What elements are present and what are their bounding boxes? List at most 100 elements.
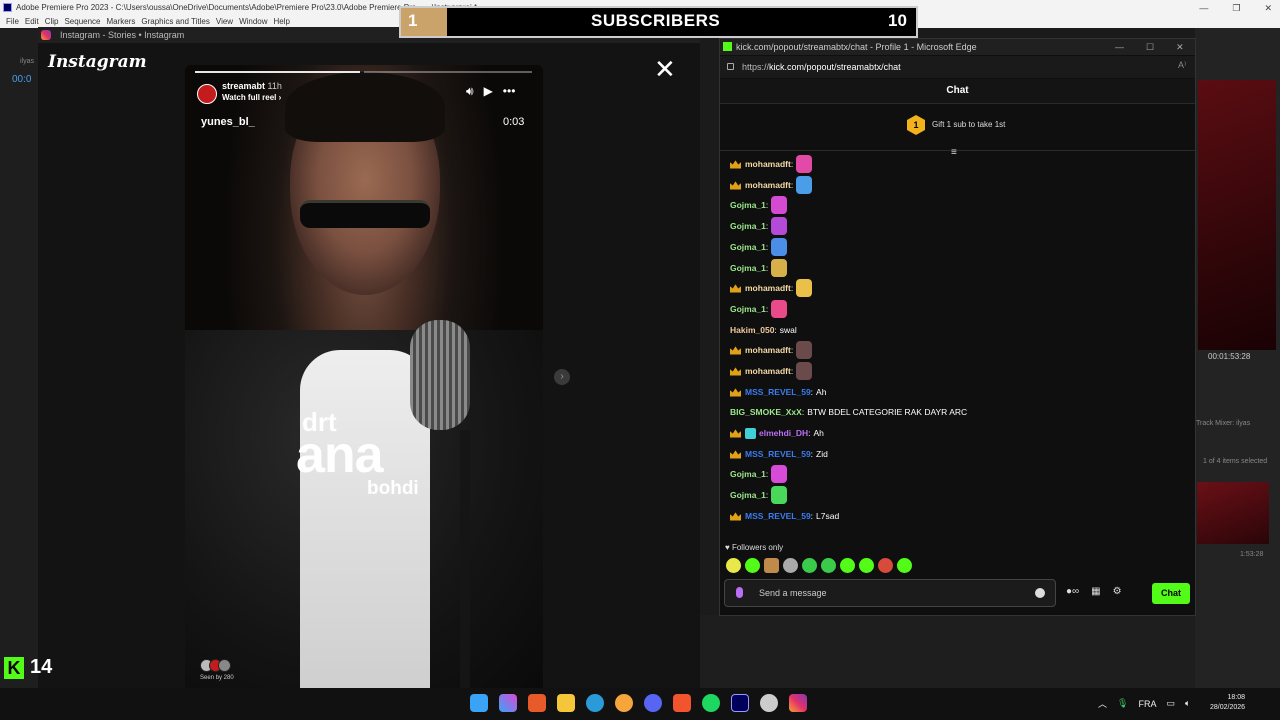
taskbar-clock[interactable]: 18:08 28/02/2026 <box>1210 693 1245 713</box>
close-story-button[interactable]: ✕ <box>654 56 676 82</box>
chat-emote-icon[interactable] <box>771 196 788 214</box>
chat-emote-icon[interactable] <box>771 259 788 277</box>
minimize-icon[interactable]: — <box>1199 0 1208 16</box>
menu-view[interactable]: View <box>216 17 233 26</box>
chat-emote-icon[interactable] <box>771 238 788 256</box>
chat-emote-icon[interactable] <box>771 465 788 483</box>
network-icon[interactable]: ▭ <box>1166 698 1175 709</box>
chat-username[interactable]: mohamadft <box>745 176 791 194</box>
file-explorer-icon[interactable] <box>557 694 575 712</box>
menu-clip[interactable]: Clip <box>45 17 59 26</box>
chat-username[interactable]: Gojma_1 <box>730 238 766 256</box>
discord-icon[interactable] <box>644 694 662 712</box>
seen-by-avatars[interactable] <box>200 659 231 673</box>
spotify-icon[interactable] <box>702 694 720 712</box>
volume-icon[interactable]: 🔊︎ <box>466 84 474 99</box>
track-mixer-tab[interactable]: Track Mixer: ilyas <box>1196 420 1250 427</box>
copilot-icon[interactable] <box>499 694 517 712</box>
gear-icon[interactable]: ⚙ <box>1113 586 1122 597</box>
chat-username[interactable]: MSS_REVEL_59 <box>745 507 811 525</box>
chat-username[interactable]: MSS_REVEL_59 <box>745 445 811 463</box>
infinity-icon[interactable]: ●∞ <box>1066 586 1079 597</box>
chat-username[interactable]: Gojma_1 <box>730 300 766 318</box>
menu-graphics[interactable]: Graphics and Titles <box>141 17 209 26</box>
emote-icon[interactable] <box>878 558 893 573</box>
app-icon[interactable] <box>760 694 778 712</box>
chat-separator: : <box>774 325 777 335</box>
chat-emote-icon[interactable] <box>771 300 788 318</box>
chat-emote-icon[interactable] <box>796 176 813 194</box>
volume-tray-icon[interactable]: 🔈︎ <box>1185 698 1190 709</box>
emote-icon[interactable] <box>745 558 760 573</box>
chat-username[interactable]: mohamadft <box>745 341 791 359</box>
chat-username[interactable]: Hakim_050 <box>730 321 774 339</box>
microphone-tray-icon[interactable]: 🎙︎ <box>1117 698 1128 709</box>
expand-leaderboard-icon[interactable]: ≡ <box>951 147 957 158</box>
gift-prompt[interactable]: Gift 1 sub to take 1st <box>932 120 1005 129</box>
brave-icon[interactable] <box>673 694 691 712</box>
emote-icon[interactable] <box>821 558 836 573</box>
close-icon[interactable]: ✕ <box>1264 0 1272 16</box>
chat-username[interactable]: Gojma_1 <box>730 217 766 235</box>
project-clip-thumbnail[interactable] <box>1197 482 1269 544</box>
chat-username[interactable]: mohamadft <box>745 155 791 173</box>
emote-icon[interactable] <box>764 558 779 573</box>
story-avatar[interactable] <box>197 84 217 104</box>
app-icon[interactable] <box>615 694 633 712</box>
emote-icon[interactable] <box>726 558 741 573</box>
edge-icon[interactable] <box>586 694 604 712</box>
microphone-icon[interactable] <box>736 587 743 598</box>
menu-edit[interactable]: Edit <box>25 17 39 26</box>
lock-icon[interactable] <box>727 63 734 70</box>
story-username[interactable]: streamabt <box>222 81 265 91</box>
chat-emote-icon[interactable] <box>796 155 813 173</box>
chat-username[interactable]: BIG_SMOKE_XxX <box>730 403 802 421</box>
instagram-icon[interactable] <box>789 694 807 712</box>
close-icon[interactable]: ✕ <box>1176 39 1184 55</box>
premiere-icon[interactable] <box>731 694 749 712</box>
emote-icon[interactable] <box>783 558 798 573</box>
emoji-picker-icon[interactable] <box>1035 588 1045 598</box>
watch-full-reel-link[interactable]: Watch full reel › <box>222 93 281 102</box>
menu-help[interactable]: Help <box>274 17 290 26</box>
chat-emote-icon[interactable] <box>796 362 813 380</box>
play-icon[interactable]: ▶ <box>484 84 493 99</box>
instagram-logo[interactable]: Instagram <box>48 52 147 72</box>
chat-message: Gojma_1: <box>730 465 788 483</box>
read-aloud-icon[interactable]: A⁾ <box>1178 60 1186 71</box>
menu-sequence[interactable]: Sequence <box>64 17 100 26</box>
chat-emote-icon[interactable] <box>796 279 813 297</box>
emote-icon[interactable] <box>802 558 817 573</box>
emote-icon[interactable] <box>840 558 855 573</box>
chat-emote-icon[interactable] <box>771 217 788 235</box>
menu-window[interactable]: Window <box>239 17 267 26</box>
chat-username[interactable]: Gojma_1 <box>730 259 766 277</box>
menu-file[interactable]: File <box>6 17 19 26</box>
maximize-icon[interactable]: ☐ <box>1146 39 1154 55</box>
seen-by-label[interactable]: Seen by 280 <box>200 675 234 681</box>
minimize-icon[interactable]: — <box>1115 39 1124 55</box>
chat-emote-icon[interactable] <box>796 341 813 359</box>
chat-username[interactable]: Gojma_1 <box>730 486 766 504</box>
chat-username[interactable]: mohamadft <box>745 279 791 297</box>
chat-username[interactable]: mohamadft <box>745 362 791 380</box>
more-options-icon[interactable]: ••• <box>503 84 516 99</box>
emote-icon[interactable] <box>859 558 874 573</box>
app-icon[interactable] <box>528 694 546 712</box>
language-indicator[interactable]: FRA <box>1138 699 1156 709</box>
emote-icon[interactable] <box>897 558 912 573</box>
store-icon[interactable]: ▦ <box>1091 586 1100 597</box>
start-icon[interactable] <box>470 694 488 712</box>
chat-username[interactable]: MSS_REVEL_59 <box>745 383 811 401</box>
chat-emote-icon[interactable] <box>771 486 788 504</box>
chat-username[interactable]: elmehdi_DH <box>759 424 808 442</box>
premiere-window-controls[interactable]: — ❐ ✕ <box>1199 0 1272 16</box>
chat-send-button[interactable]: Chat <box>1152 583 1190 604</box>
next-story-icon[interactable]: › <box>554 369 570 385</box>
chat-username[interactable]: Gojma_1 <box>730 196 766 214</box>
menu-markers[interactable]: Markers <box>107 17 136 26</box>
chevron-up-icon[interactable]: ︿ <box>1098 697 1107 710</box>
maximize-icon[interactable]: ❐ <box>1232 0 1240 16</box>
edge-address-bar[interactable]: https://kick.com/popout/streamabtx/chat <box>720 56 1195 78</box>
chat-username[interactable]: Gojma_1 <box>730 465 766 483</box>
